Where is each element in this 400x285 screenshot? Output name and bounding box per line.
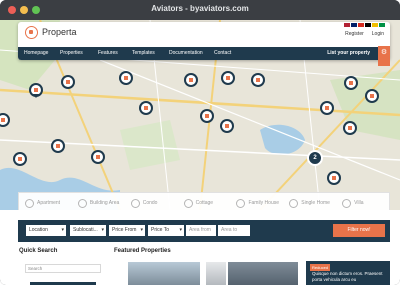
category-cottage[interactable]: Cottage <box>178 198 231 208</box>
price-from-select[interactable]: Price From ▾ <box>109 225 145 236</box>
chevron-down-icon: ▾ <box>140 227 143 233</box>
apartment-icon <box>25 198 34 208</box>
list-property-link[interactable]: List your property <box>327 50 370 56</box>
location-select[interactable]: Location ▾ <box>26 225 66 236</box>
nav-homepage[interactable]: Homepage <box>24 50 48 56</box>
register-link[interactable]: Register <box>345 31 364 37</box>
nav-documentation[interactable]: Documentation <box>169 50 203 56</box>
map-marker-icon[interactable] <box>139 101 153 115</box>
category-single-home[interactable]: Single Home <box>283 198 336 208</box>
filter-bar: Location ▾ Sublocati... ▾ Price From ▾ Pric… <box>18 220 390 242</box>
nav-contact[interactable]: Contact <box>214 50 231 56</box>
category-bar: Apartment Building Area Condo Cottage Fa… <box>18 192 390 210</box>
map-marker-icon[interactable] <box>184 73 198 87</box>
language-flags <box>344 23 385 27</box>
window-titlebar: Aviators - byaviators.com <box>0 0 400 20</box>
price-to-select[interactable]: Price To ▾ <box>148 225 184 236</box>
home-icon <box>289 198 299 208</box>
map-marker-icon[interactable] <box>343 121 357 135</box>
cottage-icon <box>183 198 193 208</box>
category-family-house[interactable]: Family House <box>230 198 283 208</box>
category-condo[interactable]: Condo <box>125 198 178 208</box>
nav-templates[interactable]: Templates <box>132 50 155 56</box>
map-marker-icon[interactable] <box>119 71 133 85</box>
page-content: 2 Properta Register Login Homepage Prope… <box>0 20 400 285</box>
map-marker-icon[interactable] <box>220 119 234 133</box>
category-building-area[interactable]: Building Area <box>72 198 125 208</box>
featured-property-image[interactable] <box>128 262 200 285</box>
property-map[interactable]: 2 Properta Register Login Homepage Prope… <box>0 20 400 210</box>
window-title: Aviators - byaviators.com <box>151 4 249 13</box>
sublocation-select[interactable]: Sublocati... ▾ <box>70 225 106 236</box>
map-marker-icon[interactable] <box>327 171 341 185</box>
filter-submit-button[interactable]: Filter now! <box>333 224 385 237</box>
flag-it-icon[interactable] <box>379 23 385 27</box>
map-marker-icon[interactable] <box>0 113 10 127</box>
map-marker-icon[interactable] <box>320 101 334 115</box>
house-icon <box>236 198 246 208</box>
chevron-down-icon: ▾ <box>61 227 64 233</box>
promo-card[interactable]: Reduced Quisque non dictum eros. Praesen… <box>306 261 390 285</box>
category-apartment[interactable]: Apartment <box>19 198 72 208</box>
search-input[interactable]: Search <box>25 264 101 273</box>
map-marker-icon[interactable] <box>365 89 379 103</box>
map-marker-icon[interactable] <box>200 109 214 123</box>
site-header: Properta Register Login Homepage Propert… <box>18 22 390 66</box>
map-marker-icon[interactable] <box>251 73 265 87</box>
main-nav: Homepage Properties Features Templates D… <box>18 47 390 60</box>
map-marker-icon[interactable] <box>29 83 43 98</box>
map-marker-icon[interactable] <box>344 76 358 90</box>
flag-de-icon[interactable] <box>358 23 364 27</box>
site-brand[interactable]: Properta <box>42 27 77 37</box>
condo-icon <box>130 198 140 208</box>
map-cluster[interactable]: 2 <box>307 150 323 166</box>
featured-properties-title: Featured Properties <box>114 248 171 254</box>
gear-icon[interactable]: ⚙ <box>378 46 390 66</box>
villa-icon <box>342 198 352 208</box>
flag-us-icon[interactable] <box>344 23 350 27</box>
featured-property-image[interactable] <box>228 262 298 285</box>
map-marker-icon[interactable] <box>91 150 105 164</box>
nav-features[interactable]: Features <box>98 50 118 56</box>
flag-es-icon[interactable] <box>372 23 378 27</box>
reduced-badge: Reduced <box>310 264 331 271</box>
building-icon <box>77 198 87 208</box>
map-marker-icon[interactable] <box>221 71 235 85</box>
logo-icon[interactable] <box>25 26 38 39</box>
chevron-down-icon: ▾ <box>179 227 182 233</box>
login-link[interactable]: Login <box>372 31 384 37</box>
flag-uk-icon[interactable] <box>351 23 357 27</box>
quick-search-title: Quick Search <box>19 248 58 254</box>
nav-properties[interactable]: Properties <box>60 50 83 56</box>
category-villa[interactable]: Villa <box>336 198 389 208</box>
featured-property-image[interactable] <box>206 262 226 285</box>
chevron-down-icon: ▾ <box>101 227 104 233</box>
map-marker-icon[interactable] <box>51 139 65 153</box>
flag-be-icon[interactable] <box>365 23 371 27</box>
account-links: Register Login <box>345 31 384 37</box>
browser-window: Aviators - byaviators.com 2 Properta Reg… <box>0 0 400 285</box>
promo-text: Quisque non dictum eros. Praesent porta … <box>312 271 383 282</box>
map-marker-icon[interactable] <box>13 152 27 166</box>
area-to-input[interactable]: Area to <box>218 225 250 236</box>
area-from-input[interactable]: Area from <box>186 225 216 236</box>
map-marker-icon[interactable] <box>61 75 75 89</box>
